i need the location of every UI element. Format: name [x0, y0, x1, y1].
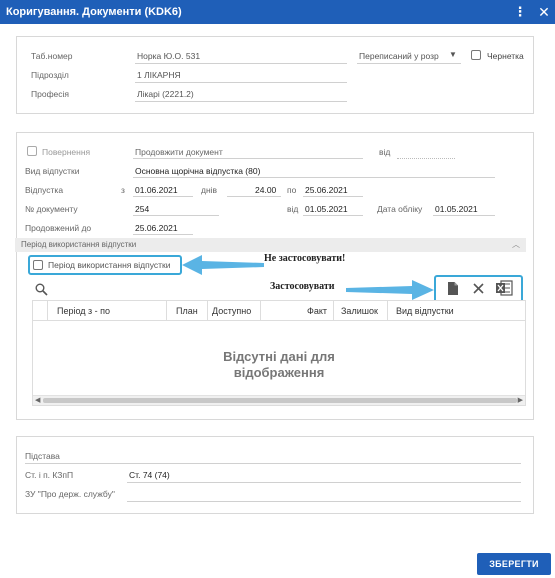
- column-header[interactable]: Залишок: [341, 306, 378, 316]
- law-underline[interactable]: [127, 501, 521, 502]
- basis-underline[interactable]: [25, 463, 521, 464]
- more-vertical-icon[interactable]: ⋮: [513, 4, 527, 20]
- annotation-arrow-right: [346, 280, 434, 300]
- law-label: ЗУ "Про держ. службу": [25, 489, 115, 499]
- scrollbar-thumb[interactable]: [43, 398, 517, 403]
- column-header[interactable]: Доступно: [212, 306, 251, 316]
- article-label: Ст. і п. КЗпП: [25, 470, 74, 480]
- extended-to-label: Продовжений до: [25, 223, 92, 233]
- doc-date-underline: [303, 215, 363, 216]
- department-value[interactable]: 1 ЛІКАРНЯ: [137, 70, 181, 80]
- department-underline: [135, 82, 347, 83]
- return-checkbox[interactable]: [27, 146, 37, 156]
- period-usage-checkbox-label: Період використання відпустки: [48, 260, 171, 270]
- collapse-chevron-icon[interactable]: ︿: [512, 238, 520, 252]
- account-date-label: Дата обліку: [377, 204, 423, 214]
- employee-card: Таб.номер Норка Ю.О. 531 Переписаний у р…: [16, 36, 534, 114]
- extended-to-value[interactable]: 25.06.2021: [135, 223, 178, 233]
- profession-label: Професія: [31, 89, 70, 99]
- leave-type-value[interactable]: Основна щорічна відпустка (80): [135, 166, 260, 176]
- article-value[interactable]: Ст. 74 (74): [129, 470, 170, 480]
- leave-to-label: по: [287, 185, 297, 195]
- tab-number-label: Таб.номер: [31, 51, 73, 61]
- column-header[interactable]: Факт: [307, 306, 327, 316]
- doc-number-label: № документу: [25, 204, 78, 214]
- status-select-underline: [357, 63, 461, 64]
- annotation-apply: Застосовувати: [270, 281, 335, 292]
- profession-underline: [135, 101, 347, 102]
- days-label: днів: [201, 185, 218, 195]
- window-title: Коригування. Документи (KDK6): [6, 6, 182, 18]
- basis-card: Підстава Ст. і п. КЗпП Ст. 74 (74) ЗУ "П…: [16, 436, 534, 514]
- profession-value[interactable]: Лікарі (2221.2): [137, 89, 194, 99]
- draft-checkbox[interactable]: [471, 50, 481, 60]
- grid-header: Період з - по План Доступно Факт Залишок…: [33, 301, 525, 321]
- dropdown-arrow-icon[interactable]: ▼: [449, 50, 457, 59]
- scroll-left-icon[interactable]: ◀: [35, 396, 40, 406]
- tab-number-underline: [135, 63, 347, 64]
- leave-type-label: Вид відпустки: [25, 166, 80, 176]
- leave-from-label: з: [121, 185, 125, 195]
- scroll-right-icon[interactable]: ▶: [518, 396, 523, 406]
- tab-number-value[interactable]: Норка Ю.О. 531: [137, 51, 200, 61]
- period-grid: Період з - по План Доступно Факт Залишок…: [32, 300, 526, 406]
- extend-document-value[interactable]: Продовжити документ: [135, 147, 223, 157]
- leave-from-value[interactable]: 01.06.2021: [135, 185, 178, 195]
- leave-type-underline: [133, 177, 495, 178]
- leave-to-underline: [303, 196, 363, 197]
- days-value[interactable]: 24.00: [255, 185, 276, 195]
- column-header[interactable]: Період з - по: [57, 306, 110, 316]
- leave-from-underline: [133, 196, 193, 197]
- account-date-underline: [433, 215, 495, 216]
- doc-number-underline: [133, 215, 219, 216]
- days-underline: [227, 196, 281, 197]
- save-button[interactable]: ЗБЕРЕГТИ: [477, 553, 551, 575]
- period-section-title: Період використання відпустки: [21, 240, 137, 249]
- return-label: Повернення: [42, 147, 91, 157]
- status-select-value[interactable]: Переписаний у розр: [359, 51, 439, 61]
- leave-label: Відпустка: [25, 185, 64, 195]
- extended-to-underline: [133, 234, 193, 235]
- excel-export-icon[interactable]: [495, 280, 513, 296]
- grid-horizontal-scrollbar[interactable]: ◀ ▶: [33, 395, 525, 405]
- delete-icon[interactable]: [473, 283, 484, 294]
- annotation-not-apply: Не застосовувати!: [264, 253, 346, 264]
- extend-document-underline: [133, 158, 363, 159]
- draft-label: Чернетка: [487, 51, 524, 61]
- leave-to-value[interactable]: 25.06.2021: [305, 185, 348, 195]
- basis-label: Підстава: [25, 451, 60, 461]
- account-date-value[interactable]: 01.05.2021: [435, 204, 478, 214]
- extend-date-label: від: [379, 147, 391, 157]
- department-label: Підрозділ: [31, 70, 69, 80]
- doc-number-value[interactable]: 254: [135, 204, 149, 214]
- period-usage-checkbox[interactable]: [33, 260, 43, 270]
- empty-state-text: Відсутні дані для відображення: [223, 349, 335, 380]
- new-document-icon[interactable]: [447, 281, 459, 296]
- close-icon[interactable]: ✕: [537, 4, 551, 21]
- column-header[interactable]: План: [176, 306, 198, 316]
- doc-date-value[interactable]: 01.05.2021: [305, 204, 348, 214]
- period-section-header[interactable]: Період використання відпустки ︿: [15, 238, 526, 252]
- annotation-arrow-left: [182, 255, 264, 275]
- doc-date-label: від: [287, 204, 299, 214]
- column-header[interactable]: Вид відпустки: [396, 306, 454, 316]
- window-titlebar: Коригування. Документи (KDK6) ⋮ ✕: [0, 0, 555, 24]
- article-underline: [127, 482, 521, 483]
- search-icon[interactable]: [35, 283, 48, 296]
- extend-date-underline[interactable]: [397, 158, 455, 159]
